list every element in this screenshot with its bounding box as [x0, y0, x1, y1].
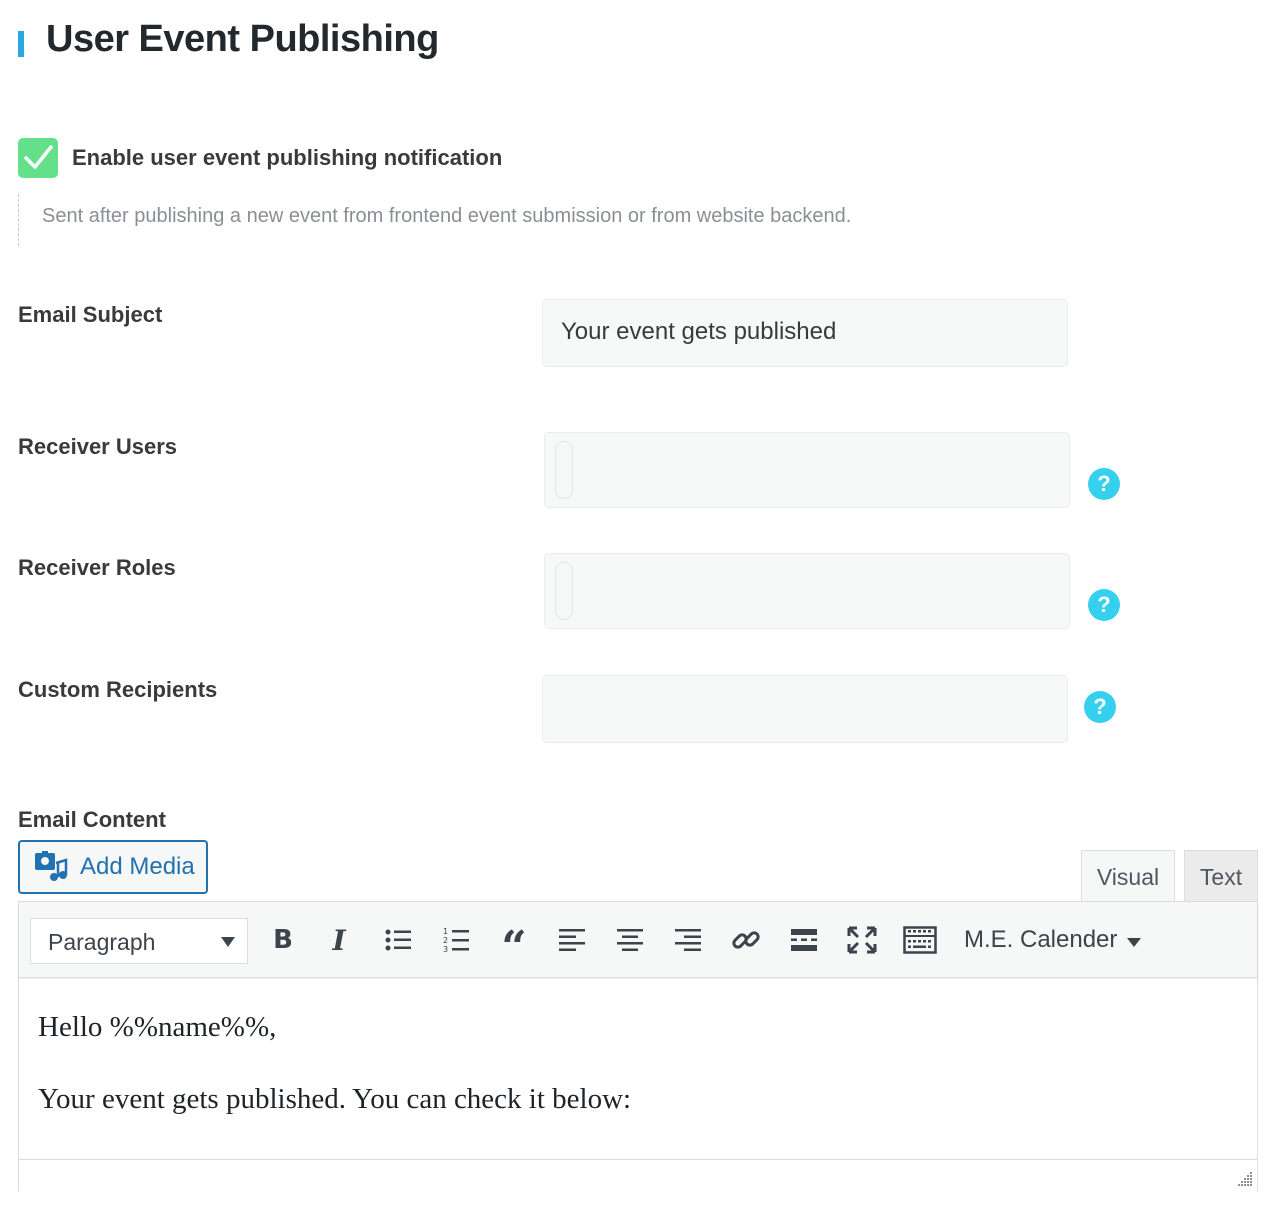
link-icon[interactable] [728, 922, 764, 958]
receiver-users-label: Receiver Users [18, 434, 178, 459]
svg-text:3: 3 [443, 945, 448, 954]
align-center-icon[interactable] [612, 922, 648, 958]
receiver-users-select[interactable] [544, 432, 1070, 508]
checkmark-icon [24, 145, 53, 169]
email-content-label: Email Content [18, 807, 166, 832]
format-select-value: Paragraph [48, 929, 156, 955]
bullet-list-icon[interactable] [380, 922, 416, 958]
tab-visual[interactable]: Visual [1081, 850, 1175, 904]
format-select[interactable]: Paragraph [30, 918, 248, 964]
custom-recipients-help-icon[interactable]: ? [1084, 691, 1116, 723]
receiver-users-search[interactable] [555, 441, 573, 499]
calendar-shortcodes-menu[interactable]: M.E. Calender [964, 922, 1142, 958]
content-line: Your event gets published. You can check… [38, 1083, 632, 1115]
receiver-roles-label: Receiver Roles [18, 555, 176, 580]
custom-recipients-label: Custom Recipients [18, 677, 218, 702]
custom-recipients-input[interactable] [542, 675, 1068, 743]
title-accent-bar [18, 31, 24, 57]
svg-text:1: 1 [443, 927, 448, 936]
editor-toolbar: Paragraph B I 1 2 3 “ M.E. Calender [19, 902, 1257, 978]
email-subject-label: Email Subject [18, 302, 163, 327]
tab-text[interactable]: Text [1184, 850, 1258, 902]
description-divider [18, 194, 19, 246]
receiver-users-help-icon[interactable]: ? [1088, 468, 1120, 500]
italic-icon[interactable]: I [321, 922, 357, 958]
fullscreen-icon[interactable] [844, 922, 880, 958]
receiver-roles-select[interactable] [544, 553, 1070, 629]
add-media-icon [34, 851, 68, 883]
add-media-label: Add Media [80, 853, 195, 880]
chevron-down-icon [221, 937, 235, 947]
align-right-icon[interactable] [670, 922, 706, 958]
blockquote-icon[interactable]: “ [496, 922, 532, 970]
editor-status-bar [19, 1159, 1257, 1191]
editor-content-area[interactable]: Hello %%name%%, Your event gets publishe… [19, 979, 1257, 1159]
email-subject-input[interactable]: Your event gets published [542, 299, 1068, 367]
enable-notification-row: Enable user event publishing notificatio… [18, 138, 502, 178]
email-content-editor: Paragraph B I 1 2 3 “ M.E. Calender Hell… [18, 901, 1258, 1191]
read-more-icon[interactable] [786, 922, 822, 958]
svg-text:2: 2 [443, 936, 448, 945]
page-title: User Event Publishing [46, 18, 439, 60]
numbered-list-icon[interactable]: 1 2 3 [438, 922, 474, 958]
content-line: Hello %%name%%, [38, 1011, 277, 1043]
caret-down-icon [1127, 937, 1142, 947]
align-left-icon[interactable] [554, 922, 590, 958]
bold-icon[interactable]: B [265, 922, 301, 958]
enable-notification-checkbox[interactable] [18, 138, 58, 178]
receiver-roles-search[interactable] [555, 562, 573, 620]
enable-notification-label: Enable user event publishing notificatio… [72, 145, 503, 170]
toolbar-toggle-icon[interactable] [900, 922, 940, 958]
email-subject-value: Your event gets published [561, 318, 837, 345]
enable-description: Sent after publishing a new event from f… [42, 205, 852, 227]
receiver-roles-help-icon[interactable]: ? [1088, 589, 1120, 621]
resize-handle-icon[interactable] [1237, 1171, 1253, 1187]
calendar-menu-label: M.E. Calender [964, 926, 1118, 953]
add-media-button[interactable]: Add Media [18, 840, 208, 894]
